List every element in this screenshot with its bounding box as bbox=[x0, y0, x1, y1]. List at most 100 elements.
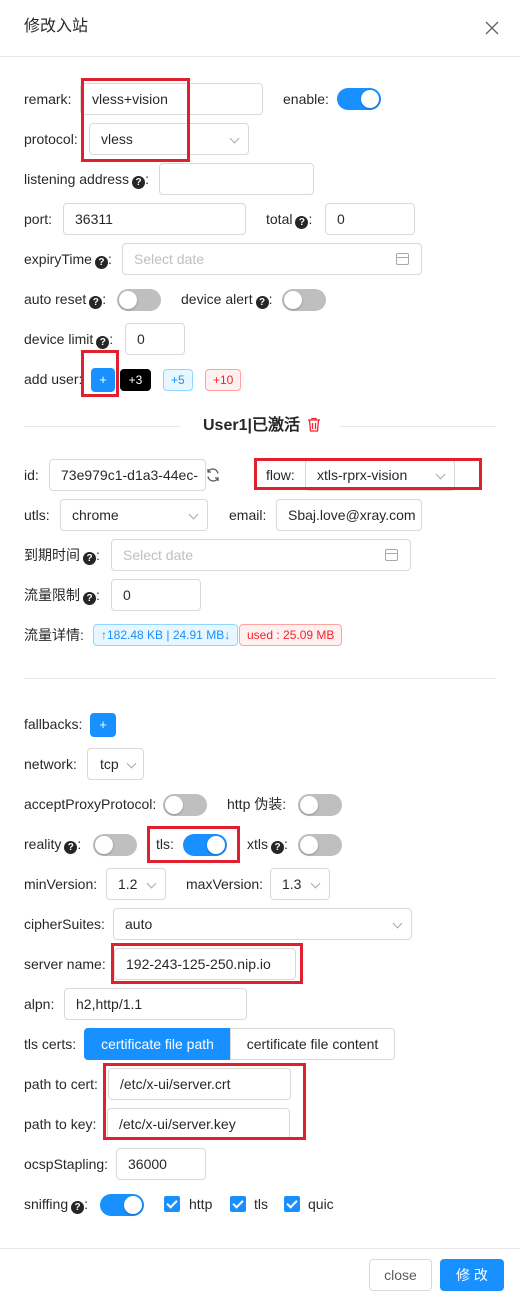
question-icon[interactable]: ? bbox=[271, 841, 284, 854]
tls-toggle[interactable] bbox=[183, 834, 227, 856]
total-label: total?: bbox=[266, 211, 313, 229]
chevron-down-icon bbox=[188, 509, 199, 520]
auto-reset-label: auto reset?: bbox=[24, 291, 107, 309]
question-icon[interactable]: ? bbox=[71, 1201, 85, 1214]
sniff-http-label: http bbox=[189, 1196, 213, 1212]
cert-path-label: path to cert: bbox=[24, 1076, 98, 1092]
calendar-icon bbox=[396, 253, 409, 265]
user-expire-date-picker[interactable]: Select date bbox=[111, 539, 411, 571]
server-name-label: server name: bbox=[24, 956, 106, 972]
question-icon[interactable]: ? bbox=[132, 176, 146, 189]
http-disguise-toggle[interactable] bbox=[298, 794, 342, 816]
submit-button[interactable]: 修 改 bbox=[440, 1259, 504, 1291]
utls-label: utls: bbox=[24, 507, 50, 523]
question-icon[interactable]: ? bbox=[295, 216, 309, 229]
port-input[interactable]: 36311 bbox=[63, 203, 246, 235]
add-fallback-button[interactable]: + bbox=[90, 713, 116, 737]
sniffing-label: sniffing?: bbox=[24, 1196, 88, 1214]
delete-user-icon[interactable] bbox=[307, 417, 321, 438]
max-version-label: maxVersion: bbox=[186, 876, 264, 892]
tls-label: tls: bbox=[156, 836, 174, 852]
chevron-down-icon bbox=[146, 878, 157, 889]
xtls-label: xtls?: bbox=[247, 836, 288, 854]
listening-address-label: listening address?: bbox=[24, 171, 149, 189]
modal-header: 修改入站 bbox=[0, 0, 520, 57]
enable-toggle[interactable] bbox=[337, 88, 381, 110]
alpn-input[interactable]: h2,http/1.1 bbox=[64, 988, 247, 1020]
protocol-label: protocol: bbox=[24, 131, 78, 147]
sniff-quic-checkbox[interactable] bbox=[284, 1196, 300, 1212]
question-icon[interactable]: ? bbox=[83, 592, 96, 605]
calendar-icon bbox=[385, 549, 398, 561]
key-path-input[interactable]: /etc/x-ui/server.key bbox=[107, 1108, 290, 1140]
traffic-detail-label: 流量详情: bbox=[24, 627, 84, 643]
network-label: network: bbox=[24, 756, 77, 772]
add-5-users-button[interactable]: +5 bbox=[163, 369, 193, 391]
auto-reset-toggle[interactable] bbox=[117, 289, 161, 311]
max-version-select[interactable]: 1.3 bbox=[270, 868, 330, 900]
device-limit-label: device limit?: bbox=[24, 331, 114, 349]
sniff-tls-checkbox[interactable] bbox=[230, 1196, 246, 1212]
add-10-users-button[interactable]: +10 bbox=[205, 369, 242, 391]
add-user-button[interactable]: + bbox=[91, 368, 115, 392]
close-button[interactable]: close bbox=[369, 1259, 432, 1291]
ocsp-input[interactable]: 36000 bbox=[116, 1148, 206, 1180]
chevron-down-icon bbox=[392, 918, 403, 929]
chevron-down-icon bbox=[126, 758, 137, 769]
question-icon[interactable]: ? bbox=[94, 256, 108, 269]
cipher-suites-select[interactable]: auto bbox=[113, 908, 412, 940]
email-input[interactable]: Sbaj.love@xray.com bbox=[276, 499, 422, 531]
fallbacks-label: fallbacks: bbox=[24, 716, 83, 732]
enable-label: enable: bbox=[283, 91, 329, 107]
traffic-limit-input[interactable]: 0 bbox=[111, 579, 201, 611]
network-select[interactable]: tcp bbox=[87, 748, 144, 780]
email-label: email: bbox=[229, 507, 267, 523]
expiry-date-picker[interactable]: Select date bbox=[122, 243, 422, 275]
cert-file-content-tab[interactable]: certificate file content bbox=[230, 1028, 395, 1060]
server-name-input[interactable]: 192-243-125-250.nip.io bbox=[114, 948, 296, 980]
sniffing-toggle[interactable] bbox=[100, 1194, 144, 1216]
question-icon[interactable]: ? bbox=[96, 336, 110, 349]
id-input[interactable]: 73e979c1-d1a3-44ec- bbox=[49, 459, 206, 491]
user-expire-label: 到期时间?: bbox=[24, 547, 100, 565]
question-icon[interactable]: ? bbox=[83, 552, 96, 565]
sniff-tls-label: tls bbox=[254, 1196, 268, 1212]
question-icon[interactable]: ? bbox=[255, 296, 269, 309]
add-user-label: add user: bbox=[24, 371, 83, 387]
device-alert-toggle[interactable] bbox=[282, 289, 326, 311]
user-section-title: User1|已激活 bbox=[203, 416, 321, 438]
user-divider-left bbox=[24, 426, 180, 427]
close-icon[interactable] bbox=[482, 18, 502, 38]
protocol-select[interactable]: vless bbox=[89, 123, 249, 155]
xtls-toggle[interactable] bbox=[298, 834, 342, 856]
device-limit-input[interactable]: 0 bbox=[125, 323, 185, 355]
listening-address-input[interactable] bbox=[159, 163, 314, 195]
cipher-suites-label: cipherSuites: bbox=[24, 916, 105, 932]
modal-title: 修改入站 bbox=[24, 18, 89, 35]
flow-select[interactable]: xtls-rprx-vision bbox=[305, 459, 455, 491]
question-icon[interactable]: ? bbox=[64, 841, 78, 854]
reality-toggle[interactable] bbox=[93, 834, 137, 856]
min-version-select[interactable]: 1.2 bbox=[106, 868, 166, 900]
expiry-label: expiryTime?: bbox=[24, 251, 112, 269]
accept-proxy-label: acceptProxyProtocol: bbox=[24, 796, 157, 812]
alpn-label: alpn: bbox=[24, 996, 55, 1012]
chevron-down-icon bbox=[310, 878, 321, 889]
traffic-limit-label: 流量限制?: bbox=[24, 587, 100, 605]
modal-footer: close 修 改 bbox=[0, 1248, 520, 1301]
cert-path-input[interactable]: /etc/x-ui/server.crt bbox=[108, 1068, 291, 1100]
regenerate-icon[interactable] bbox=[205, 467, 221, 483]
min-version-label: minVersion: bbox=[24, 876, 98, 892]
cert-file-path-tab[interactable]: certificate file path bbox=[84, 1028, 231, 1060]
add-3-users-button[interactable]: +3 bbox=[120, 369, 151, 391]
key-path-label: path to key: bbox=[24, 1116, 97, 1132]
accept-proxy-toggle[interactable] bbox=[163, 794, 207, 816]
total-input[interactable]: 0 bbox=[325, 203, 415, 235]
chevron-down-icon bbox=[435, 469, 446, 480]
utls-select[interactable]: chrome bbox=[60, 499, 208, 531]
remark-label: remark: bbox=[24, 91, 72, 107]
question-icon[interactable]: ? bbox=[89, 296, 103, 309]
sniff-http-checkbox[interactable] bbox=[164, 1196, 180, 1212]
device-alert-label: device alert?: bbox=[181, 291, 273, 309]
remark-input[interactable]: vless+vision bbox=[80, 83, 263, 115]
